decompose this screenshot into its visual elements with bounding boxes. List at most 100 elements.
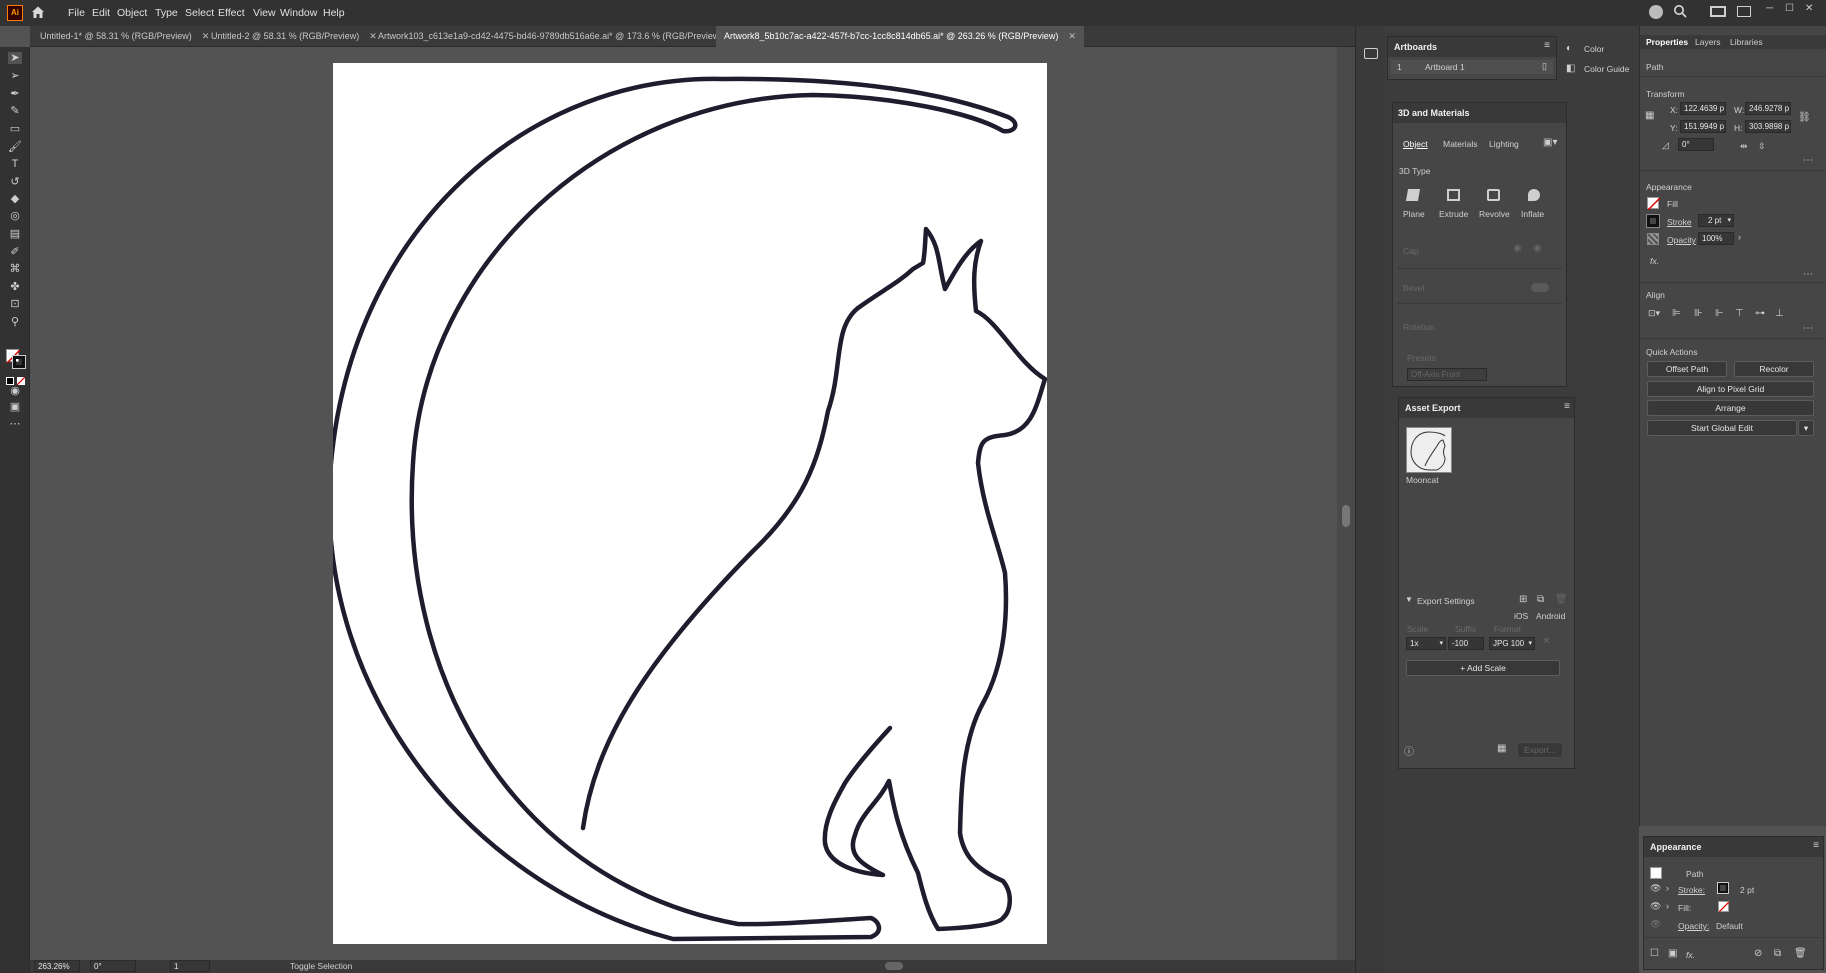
screen-mode-icon[interactable]: ▣	[8, 401, 22, 413]
selection-tool-icon[interactable]: ➤	[8, 52, 22, 64]
render-options-icon[interactable]: ▣▾	[1543, 137, 1557, 148]
default-colors-icon[interactable]	[6, 377, 14, 385]
eyedropper-tool-icon[interactable]: ✐	[8, 246, 22, 258]
home-icon[interactable]	[31, 5, 45, 19]
zoom-field[interactable]: 263.26%	[34, 960, 80, 972]
stroke-swatch[interactable]	[12, 355, 26, 369]
start-global-edit-button[interactable]: Start Global Edit	[1647, 420, 1797, 436]
symbol-sprayer-tool-icon[interactable]: ✤	[8, 281, 22, 293]
ios-label[interactable]: iOS	[1514, 611, 1528, 621]
align-pixel-grid-button[interactable]: Align to Pixel Grid	[1647, 381, 1814, 397]
fill-label[interactable]: Fill:	[1678, 903, 1691, 913]
rotate-angle-field[interactable]: 0°	[1678, 138, 1714, 151]
gradient-tool-icon[interactable]: ▤	[8, 228, 22, 240]
fx-label[interactable]: fx.	[1650, 256, 1659, 266]
delete-item-icon[interactable]: 🗑	[1794, 948, 1807, 959]
artboard-options-icon[interactable]: ▯	[1542, 61, 1547, 72]
format-dropdown[interactable]: JPG 100 ▾	[1489, 637, 1535, 650]
clear-appearance-icon[interactable]: ⊘	[1754, 948, 1762, 959]
tab-properties[interactable]: Properties	[1646, 37, 1688, 47]
color-panel-tab[interactable]: ◐ Color	[1562, 42, 1634, 56]
android-label[interactable]: Android	[1536, 611, 1565, 621]
tab-artwork8[interactable]: Artwork8_5b10c7ac-a422-457f-b7cc-1cc8c81…	[716, 26, 1084, 47]
x-field[interactable]: 122.4639 p	[1680, 102, 1726, 115]
stroke-swatch[interactable]	[1646, 214, 1660, 228]
artboard-row[interactable]: 1 Artboard 1 ▯	[1391, 60, 1553, 74]
add-stroke-icon[interactable]: ☐	[1650, 948, 1659, 959]
tab-libraries[interactable]: Libraries	[1730, 37, 1763, 47]
zoom-tool-icon[interactable]: ⚲	[8, 316, 22, 328]
tab-layers[interactable]: Layers	[1695, 37, 1721, 47]
align-right-icon[interactable]: ⊩	[1715, 308, 1724, 319]
tab-close-icon[interactable]: ✕	[202, 31, 210, 41]
menu-select[interactable]: Select	[185, 7, 214, 19]
align-top-icon[interactable]: ⊤	[1735, 308, 1744, 319]
opacity-expand-icon[interactable]: ›	[1738, 232, 1741, 242]
workspace-icon[interactable]	[1710, 6, 1726, 17]
stroke-visibility-icon[interactable]: 👁	[1650, 883, 1661, 894]
fill-swatch[interactable]	[1647, 197, 1661, 211]
global-edit-dropdown[interactable]: ▾	[1798, 420, 1814, 436]
offset-path-button[interactable]: Offset Path	[1647, 361, 1727, 377]
flip-horizontal-icon[interactable]: ⇹	[1740, 141, 1748, 152]
search-icon[interactable]	[1673, 4, 1687, 21]
stroke-expand-icon[interactable]: ›	[1666, 883, 1669, 893]
more-options-icon[interactable]: ⋯	[1803, 155, 1813, 166]
arrange-button[interactable]: Arrange	[1647, 400, 1814, 416]
fill-visibility-icon[interactable]: 👁	[1650, 901, 1661, 912]
menu-effect[interactable]: Effect	[218, 7, 245, 19]
align-left-icon[interactable]: ⊫	[1672, 308, 1681, 319]
rotate-tool-icon[interactable]: ↺	[8, 176, 22, 188]
constrain-proportions-icon[interactable]: ⛓	[1798, 112, 1811, 123]
none-color-icon[interactable]	[16, 376, 26, 386]
menu-object[interactable]: Object	[117, 7, 147, 19]
suffix-input[interactable]: -100	[1448, 637, 1484, 650]
tab-close-icon[interactable]: ✕	[1068, 31, 1076, 41]
align-to-icon[interactable]: ⊡▾	[1648, 308, 1660, 319]
menu-view[interactable]: View	[253, 7, 276, 19]
menu-file[interactable]: File	[68, 7, 85, 19]
opacity-label[interactable]: Opacity	[1667, 235, 1696, 245]
info-icon[interactable]: ⓘ	[1404, 743, 1414, 758]
maximize-icon[interactable]: ☐	[1785, 3, 1794, 14]
rotation-field[interactable]: 0°	[90, 960, 136, 972]
tab-object[interactable]: Object	[1403, 139, 1428, 149]
scale-dropdown[interactable]: 1x ▾	[1406, 637, 1446, 650]
stroke-swatch[interactable]	[1717, 882, 1729, 894]
export-settings-icon[interactable]: ▦	[1497, 743, 1506, 754]
tab-untitled-2[interactable]: Untitled-2 @ 58.31 % (RGB/Preview) ✕	[211, 26, 377, 47]
stroke-label[interactable]: Stroke	[1667, 217, 1692, 227]
menu-edit[interactable]: Edit	[92, 7, 110, 19]
eraser-tool-icon[interactable]: ◆	[8, 193, 22, 205]
blend-tool-icon[interactable]: ⌘	[8, 263, 22, 275]
artboard-number-field[interactable]: 1	[170, 960, 210, 972]
minimize-icon[interactable]: ─	[1766, 3, 1773, 14]
pen-tool-icon[interactable]: ✎	[8, 105, 22, 117]
menu-window[interactable]: Window	[280, 7, 317, 19]
inflate-button[interactable]: Inflate	[1517, 187, 1551, 223]
add-fill-icon[interactable]: ▣	[1668, 948, 1677, 959]
rectangle-tool-icon[interactable]: ▭	[8, 123, 22, 135]
tab-artwork103[interactable]: Artwork103_c613e1a9-cd42-4475-bd46-9789d…	[378, 26, 740, 47]
draw-mode-icon[interactable]: ◉	[8, 385, 22, 397]
close-icon[interactable]: ✕	[1805, 3, 1813, 14]
fill-expand-icon[interactable]: ›	[1666, 901, 1669, 911]
revolve-button[interactable]: Revolve	[1477, 187, 1511, 223]
y-field[interactable]: 151.9949 p	[1680, 120, 1726, 133]
more-tools-icon[interactable]: ⋯	[8, 418, 22, 430]
align-bottom-icon[interactable]: ⊥	[1775, 308, 1784, 319]
add-asset-icon[interactable]: ⊞	[1519, 594, 1527, 605]
recolor-button[interactable]: Recolor	[1734, 361, 1814, 377]
artboard[interactable]	[333, 63, 1047, 944]
extrude-button[interactable]: Extrude	[1437, 187, 1471, 223]
reference-point-icon[interactable]: ▦	[1645, 110, 1654, 121]
panel-menu-icon[interactable]: ≡	[1564, 401, 1570, 412]
align-more-icon[interactable]: ⋯	[1803, 323, 1813, 334]
align-center-icon[interactable]: ⊪	[1694, 308, 1703, 319]
opacity-label[interactable]: Opacity:	[1678, 921, 1709, 931]
tab-materials[interactable]: Materials	[1443, 139, 1477, 149]
collapse-settings-icon[interactable]: ▼	[1405, 595, 1413, 604]
stroke-label[interactable]: Stroke:	[1678, 885, 1705, 895]
scroll-thumb[interactable]	[1342, 505, 1350, 527]
panel-menu-icon[interactable]: ≡	[1544, 40, 1550, 51]
